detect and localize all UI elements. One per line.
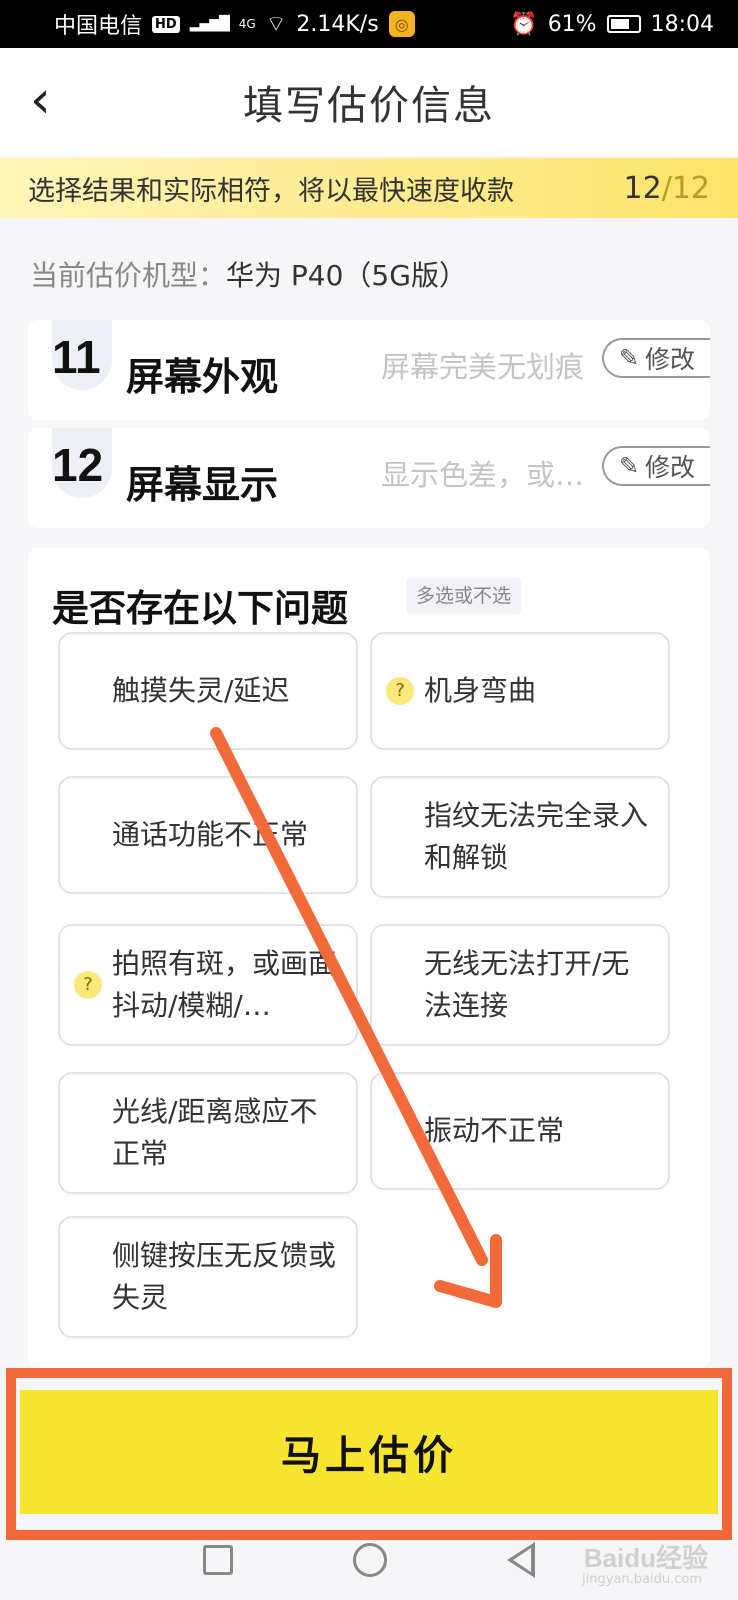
option-label: 指纹无法完全录入和解锁: [424, 799, 649, 874]
answered-question: 12 屏幕显示 显示色差，或… ✎ 修改: [28, 428, 710, 528]
problem-option-vibration[interactable]: 振动不正常: [370, 1072, 670, 1190]
edit-button[interactable]: ✎ 修改: [602, 338, 710, 378]
battery-icon: [606, 15, 641, 33]
progress-indicator: 12/12: [624, 171, 710, 206]
clock: 18:04: [650, 11, 714, 37]
option-label: 光线/距离感应不正常: [112, 1095, 318, 1170]
recent-apps-icon[interactable]: [203, 1545, 233, 1575]
option-label: 通话功能不正常: [112, 818, 309, 851]
status-right: ⏰ 61% 18:04: [510, 12, 714, 37]
edit-label: 修改: [645, 345, 696, 374]
problem-option-fingerprint[interactable]: 指纹无法完全录入和解锁: [370, 776, 670, 898]
network-type: 4G: [238, 17, 256, 31]
question-answer: 显示色差，或…: [380, 458, 584, 492]
problem-option-wireless[interactable]: 无线无法打开/无法连接: [370, 924, 670, 1046]
pencil-icon: ✎: [618, 344, 640, 372]
option-label: 拍照有斑，或画面抖动/模糊/…: [112, 947, 337, 1022]
edit-button[interactable]: ✎ 修改: [602, 446, 710, 486]
carrier-label: 中国电信: [54, 14, 143, 39]
home-icon[interactable]: [353, 1543, 387, 1577]
problem-option-side-key[interactable]: 侧键按压无反馈或失灵: [58, 1216, 358, 1338]
model-label: 当前估价机型：: [30, 259, 227, 292]
watermark: Baidu经验: [583, 1543, 708, 1573]
watermark-url: jingyan.baidu.com: [582, 1572, 702, 1587]
edit-label: 修改: [645, 453, 696, 482]
question-icon[interactable]: ?: [386, 677, 414, 705]
problem-option-touch[interactable]: 触摸失灵/延迟: [58, 632, 358, 750]
system-back-icon[interactable]: [507, 1542, 535, 1578]
question-title: 屏幕显示: [126, 463, 279, 507]
notice-banner: 选择结果和实际相符，将以最快速度收款 12/12: [0, 158, 738, 218]
option-label: 机身弯曲: [424, 674, 537, 707]
app-notification-icon: ◎: [388, 11, 415, 37]
status-left: 中国电信 HD ▂▄▆█ 4G ⌔ 2.14K/s ◎: [54, 8, 415, 40]
option-label: 无线无法打开/无法连接: [424, 947, 630, 1022]
model-value: 华为 P40（5G版）: [226, 259, 467, 292]
problem-option-camera[interactable]: ? 拍照有斑，或画面抖动/模糊/…: [58, 924, 358, 1046]
question-icon[interactable]: ?: [74, 971, 102, 999]
notice-text: 选择结果和实际相符，将以最快速度收款: [28, 175, 514, 207]
problem-option-bent[interactable]: ? 机身弯曲: [370, 632, 670, 750]
problem-option-call[interactable]: 通话功能不正常: [58, 776, 358, 894]
model-line: 当前估价机型：华为 P40（5G版）: [30, 254, 467, 294]
annotation-box: [6, 1368, 732, 1540]
option-label: 触摸失灵/延迟: [112, 674, 290, 707]
multi-select-tag: 多选或不选: [406, 578, 522, 614]
question-number: 11: [52, 331, 101, 383]
signal-icon: ▂▄▆█: [189, 16, 230, 32]
problem-option-sensor[interactable]: 光线/距离感应不正常: [58, 1072, 358, 1194]
hd-badge: HD: [152, 15, 180, 33]
net-speed: 2.14K/s: [296, 11, 379, 37]
alarm-icon: ⏰: [510, 11, 538, 37]
battery-percent: 61%: [547, 11, 597, 37]
question-title: 屏幕外观: [126, 355, 279, 399]
pencil-icon: ✎: [618, 452, 640, 480]
option-label: 侧键按压无反馈或失灵: [112, 1239, 337, 1314]
status-bar: 中国电信 HD ▂▄▆█ 4G ⌔ 2.14K/s ◎ ⏰ 61% 18:04: [0, 0, 738, 48]
back-icon[interactable]: ‹: [30, 70, 90, 130]
progress-current: 12: [623, 170, 662, 206]
answered-question: 11 屏幕外观 屏幕完美无划痕 ✎ 修改: [28, 320, 710, 420]
option-label: 振动不正常: [424, 1114, 565, 1147]
problems-title: 是否存在以下问题: [52, 587, 348, 630]
wifi-icon: ⌔: [265, 12, 287, 37]
progress-total: /12: [661, 170, 710, 206]
nav-bar: ‹ 填写估价信息: [0, 48, 738, 156]
question-answer: 屏幕完美无划痕: [380, 350, 584, 384]
page-title: 填写估价信息: [243, 83, 495, 129]
question-number: 12: [52, 439, 104, 491]
